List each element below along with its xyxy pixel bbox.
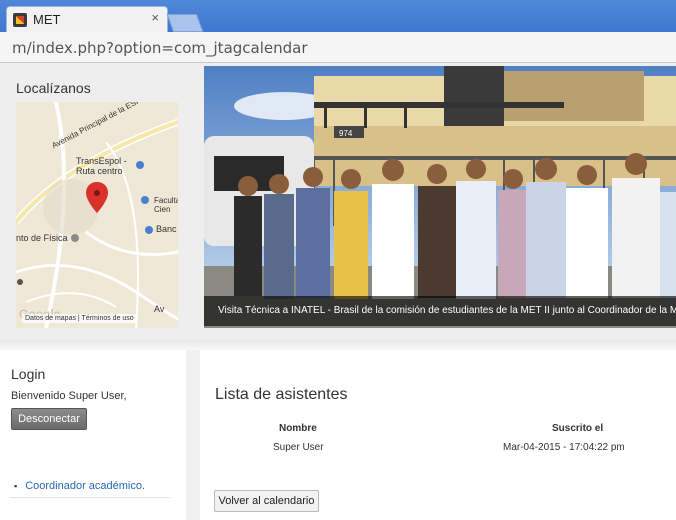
map-avenue-label: Av (154, 304, 165, 314)
back-to-calendar-button[interactable]: Volver al calendario (214, 490, 319, 512)
menu-divider (10, 497, 170, 498)
slideshow-photo[interactable]: 974 (204, 66, 676, 328)
map-roads (16, 102, 178, 328)
address-bar[interactable]: m/index.php?option=com_jtagcalendar (0, 32, 676, 63)
logout-button[interactable]: Desconectar (11, 408, 87, 430)
map-place-banco: Banc (156, 224, 177, 234)
group-photo-image: 974 (204, 66, 676, 328)
menu-item-coordinador[interactable]: Coordinador académico. (14, 480, 145, 492)
map-place-facultad: Faculta en Cien (154, 196, 178, 214)
attendee-date: Mar-04-2015 - 17:04:22 pm (503, 442, 625, 453)
section-divider (0, 340, 676, 350)
attendee-name: Super User (273, 442, 324, 453)
site-favicon-icon (13, 13, 27, 27)
location-map[interactable]: Avenida Principal de la ESPOL TransEspol… (16, 102, 178, 328)
column-header-nombre: Nombre (279, 423, 317, 434)
map-attribution[interactable]: Datos de mapas | Términos de uso (22, 314, 137, 323)
column-header-suscrito: Suscrito el (552, 423, 604, 434)
browser-tab[interactable]: MET × (6, 6, 168, 33)
attendees-title: Lista de asistentes (215, 386, 348, 403)
slideshow-caption-bar: Visita Técnica a INATEL - Brasil de la c… (204, 296, 676, 326)
url-text[interactable]: m/index.php?option=com_jtagcalendar (12, 39, 308, 57)
tab-title: MET (33, 12, 61, 27)
map-place-fisica: nto de Física (16, 233, 68, 243)
map-place-transespol: TransEspol - Ruta centro (76, 156, 127, 176)
map-module-title: Localízanos (16, 80, 91, 96)
new-tab-button[interactable] (166, 14, 204, 32)
tab-close-icon[interactable]: × (151, 10, 159, 25)
browser-tab-strip: MET × (0, 0, 676, 33)
login-title: Login (11, 366, 46, 382)
welcome-text: Bienvenido Super User, (11, 390, 127, 402)
menu-item-label[interactable]: Coordinador académico. (25, 480, 145, 492)
slideshow-caption: Visita Técnica a INATEL - Brasil de la c… (218, 305, 676, 316)
building-number: 974 (339, 129, 353, 138)
column-separator (186, 350, 200, 520)
